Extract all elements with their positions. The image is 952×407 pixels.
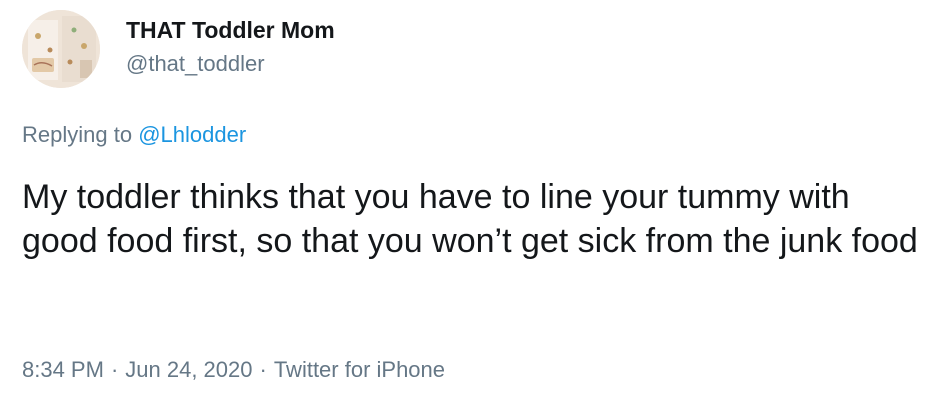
tweet-metadata: 8:34 PM · Jun 24, 2020 · Twitter for iPhone [22,355,445,385]
tweet-source[interactable]: Twitter for iPhone [274,357,445,382]
tweet-text: My toddler thinks that you have to line … [22,178,918,260]
tweet-date[interactable]: Jun 24, 2020 [125,357,252,382]
display-name[interactable]: THAT Toddler Mom [126,15,335,45]
reply-mention-link[interactable]: @Lhlodder [138,122,246,147]
meta-separator: · [110,357,119,382]
tweet-time[interactable]: 8:34 PM [22,357,104,382]
avatar[interactable] [22,10,100,88]
tweet-header: THAT Toddler Mom @that_toddler [22,10,335,88]
author-names: THAT Toddler Mom @that_toddler [126,15,335,79]
replying-to-line: Replying to @Lhlodder [22,120,246,150]
meta-separator: · [259,357,267,382]
profile-photo-avatar-icon [22,10,100,88]
tweet-card: THAT Toddler Mom @that_toddler Replying … [0,0,952,407]
replying-to-label: Replying to [22,122,133,147]
user-handle[interactable]: @that_toddler [126,49,335,79]
